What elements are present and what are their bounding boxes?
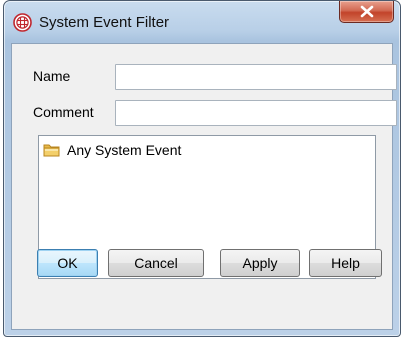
- comment-field[interactable]: [115, 100, 397, 126]
- close-icon: [360, 5, 374, 18]
- comment-label: Comment: [33, 104, 94, 120]
- ok-button[interactable]: OK: [37, 249, 98, 277]
- dialog-content: Name Comment Any System Event: [11, 43, 397, 330]
- apply-button[interactable]: Apply: [220, 249, 300, 277]
- help-button[interactable]: Help: [309, 249, 382, 277]
- title-bar[interactable]: System Event Filter: [4, 1, 400, 43]
- name-label: Name: [33, 68, 71, 84]
- tree-item-label: Any System Event: [67, 142, 182, 158]
- app-icon: [13, 13, 32, 32]
- tree-item-any-system-event[interactable]: Any System Event: [43, 140, 181, 160]
- close-button[interactable]: [339, 1, 394, 23]
- cancel-button[interactable]: Cancel: [108, 249, 204, 277]
- window-title: System Event Filter: [39, 14, 170, 31]
- dialog-window: System Event Filter Name Comment Any Sys…: [3, 0, 401, 337]
- folder-icon: [43, 142, 61, 158]
- name-field[interactable]: [115, 64, 397, 90]
